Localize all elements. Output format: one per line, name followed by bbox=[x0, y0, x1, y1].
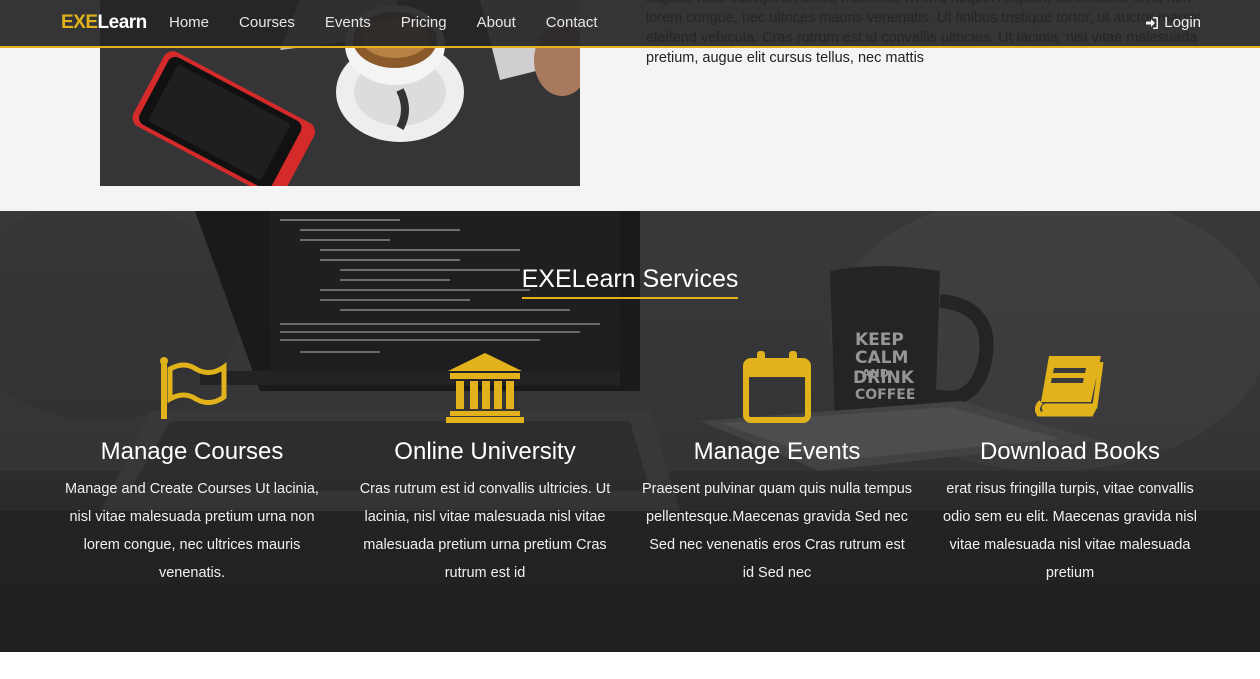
nav-link-courses[interactable]: Courses bbox=[239, 0, 295, 46]
brand-accent: EXE bbox=[61, 12, 98, 33]
services-title: EXELearn Services bbox=[0, 265, 1260, 299]
nav-link-contact[interactable]: Contact bbox=[546, 0, 598, 46]
login-label: Login bbox=[1164, 14, 1201, 31]
login-link[interactable]: Login bbox=[1145, 0, 1201, 46]
calendar-icon bbox=[642, 351, 912, 423]
service-title: Manage Courses bbox=[100, 438, 284, 465]
brand-logo[interactable]: EXELearn bbox=[61, 12, 147, 34]
sign-in-icon bbox=[1146, 17, 1159, 29]
nav-link-about[interactable]: About bbox=[477, 0, 516, 46]
service-manage-courses: Manage Courses Manage and Create Courses… bbox=[57, 351, 327, 587]
services-section: KEEP CALM AND DRINK COFFEE EXELearn Serv… bbox=[0, 211, 1260, 652]
service-online-university: Online University Cras rutrum est id con… bbox=[350, 351, 620, 587]
service-text: erat risus fringilla turpis, vitae conva… bbox=[943, 481, 1197, 581]
next-section bbox=[0, 652, 1260, 679]
service-title: Manage Events bbox=[693, 438, 861, 465]
nav-link-home[interactable]: Home bbox=[169, 0, 209, 46]
brand-rest: Learn bbox=[97, 12, 148, 33]
service-text: Manage and Create Courses Ut lacinia, ni… bbox=[65, 481, 319, 581]
service-text: Cras rutrum est id convallis ultricies. … bbox=[359, 481, 611, 581]
services-heading: EXELearn Services bbox=[521, 265, 739, 299]
service-title: Download Books bbox=[979, 438, 1161, 465]
service-text: Praesent pulvinar quam quis nulla tempus… bbox=[642, 481, 913, 581]
service-download-books: Download Books erat risus fringilla turp… bbox=[935, 351, 1205, 587]
book-icon bbox=[935, 351, 1205, 423]
service-manage-events: Manage Events Praesent pulvinar quam qui… bbox=[642, 351, 912, 587]
nav-link-events[interactable]: Events bbox=[325, 0, 371, 46]
flag-icon bbox=[57, 351, 327, 423]
navbar: EXELearn Home Courses Events Pricing Abo… bbox=[0, 0, 1260, 48]
service-title: Online University bbox=[394, 438, 576, 465]
nav-link-pricing[interactable]: Pricing bbox=[401, 0, 447, 46]
university-icon bbox=[350, 351, 620, 423]
nav-links: Home Courses Events Pricing About Contac… bbox=[169, 0, 628, 46]
